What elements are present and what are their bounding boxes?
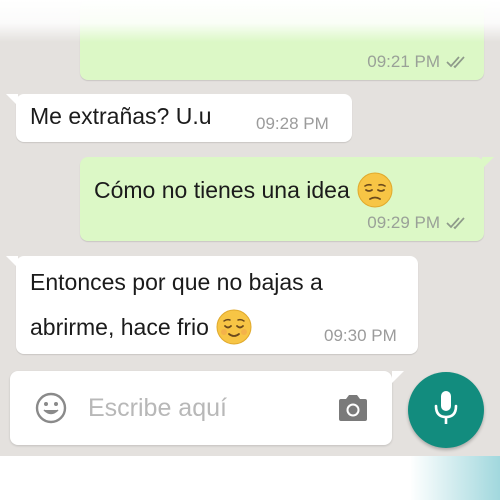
message-bubble-incoming-2[interactable]: Entonces por que no bajas a abrirme, hac… xyxy=(6,256,418,354)
message-text: Me extrañas? U.u xyxy=(30,103,212,129)
message-time: 09:21 PM xyxy=(367,52,440,71)
microphone-icon xyxy=(431,389,461,432)
message-time: 09:30 PM xyxy=(324,326,397,345)
message-text-line-2-row: abrirme, hace frio xyxy=(30,308,253,348)
smiley-icon[interactable] xyxy=(34,391,68,425)
relieved-face-icon xyxy=(215,308,253,346)
message-text: Cómo no tienes una idea xyxy=(94,177,350,204)
message-meta: 09:29 PM xyxy=(367,213,468,233)
message-text-row: Cómo no tienes una idea xyxy=(94,171,394,211)
message-input[interactable] xyxy=(88,389,318,427)
message-composer xyxy=(10,371,404,445)
message-text-line-1: Entonces por que no bajas a xyxy=(30,269,323,295)
message-meta: 09:30 PM xyxy=(324,326,397,346)
microphone-button[interactable] xyxy=(408,372,484,448)
message-bubble-incoming-1[interactable]: Me extrañas? U.u 09:28 PM xyxy=(6,94,352,142)
message-time: 09:29 PM xyxy=(367,213,440,232)
pensive-face-icon xyxy=(356,171,394,209)
message-text-line-2: abrirme, hace frio xyxy=(30,314,209,341)
message-time: 09:28 PM xyxy=(256,114,329,133)
message-bubble-outgoing-2[interactable]: Cómo no tienes una idea 09:29 PM xyxy=(80,157,494,241)
message-meta: 09:28 PM xyxy=(256,114,329,134)
bottom-strip xyxy=(0,456,500,500)
read-double-check-icon xyxy=(446,55,468,69)
top-fade-overlay xyxy=(0,0,500,42)
read-double-check-icon xyxy=(446,216,468,230)
camera-icon[interactable] xyxy=(336,393,370,423)
message-meta: 09:21 PM xyxy=(367,52,468,72)
